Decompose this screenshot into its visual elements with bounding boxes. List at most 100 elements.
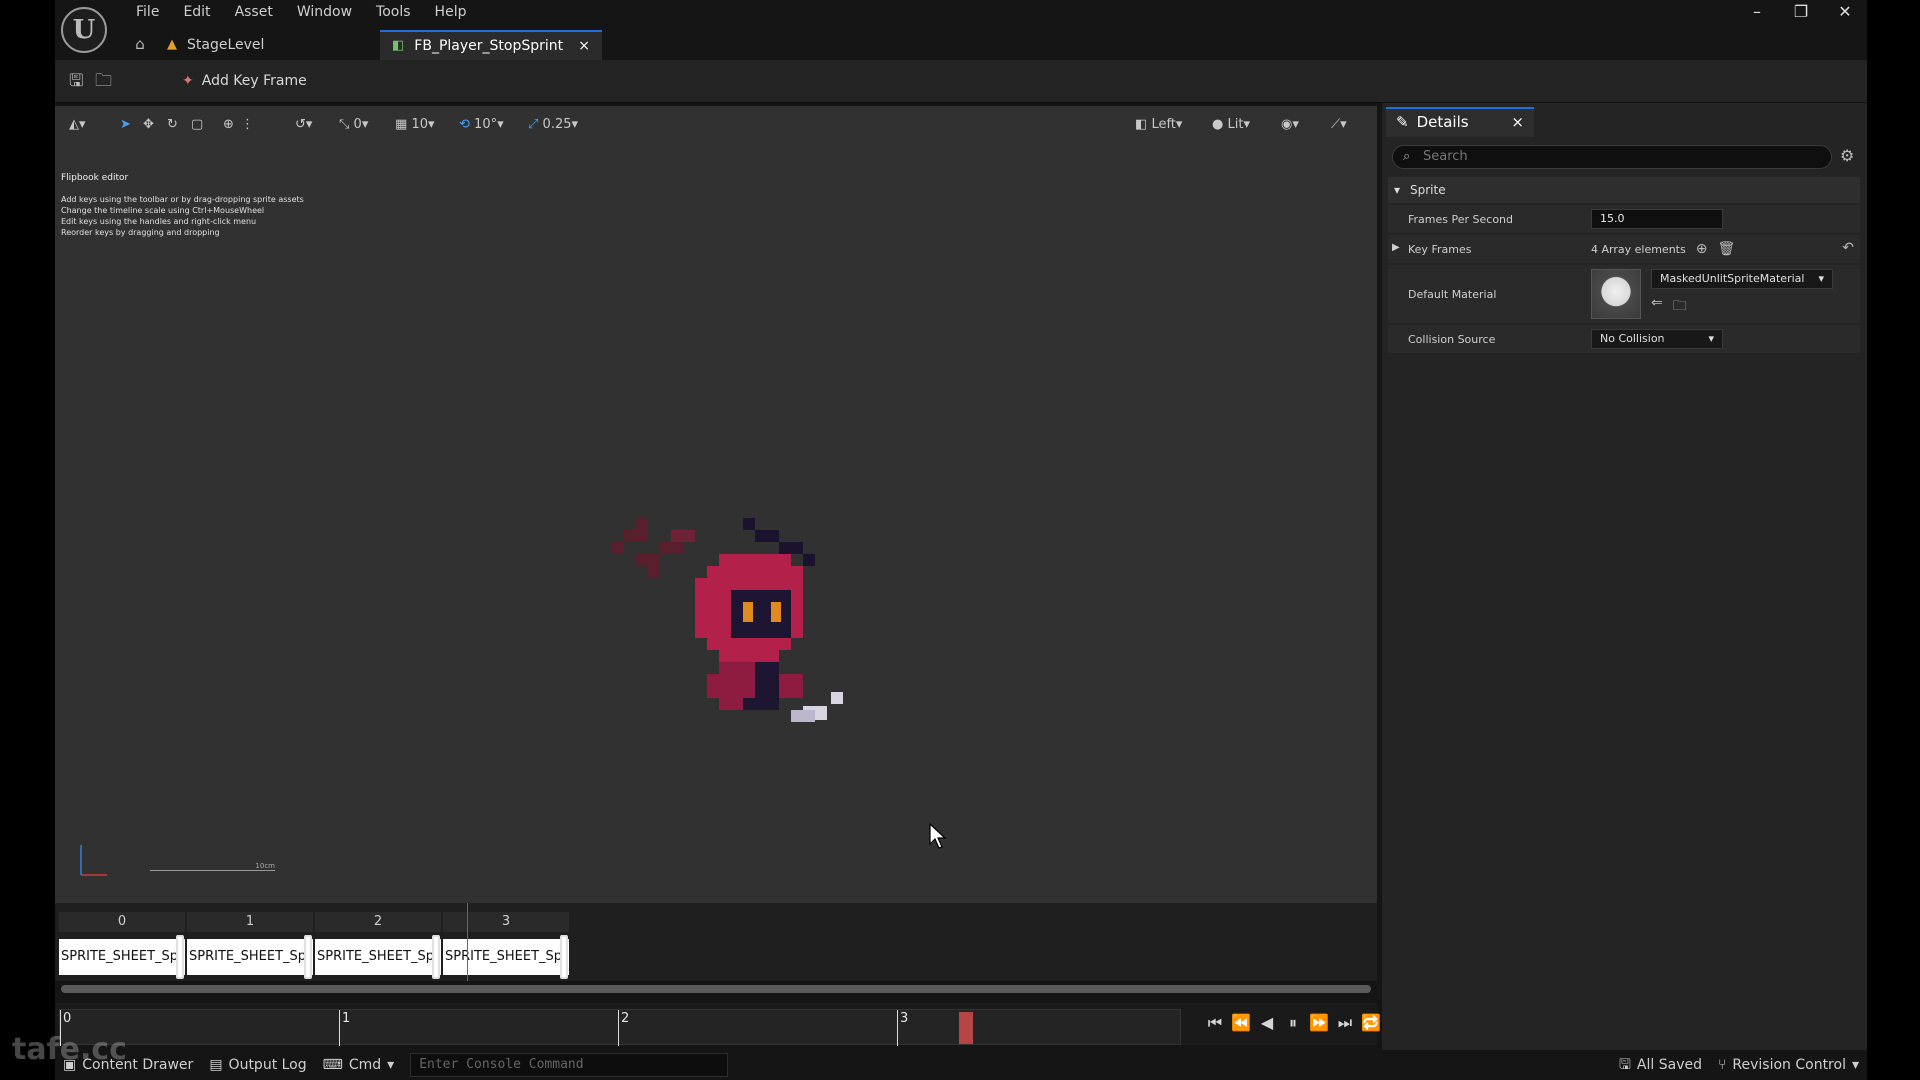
- view-panel-icon: ◧: [1135, 117, 1148, 132]
- lit-sphere-icon: ●: [1212, 117, 1224, 132]
- console-input[interactable]: Enter Console Command: [410, 1053, 729, 1077]
- menu-help[interactable]: Help: [423, 3, 479, 25]
- close-tab-icon[interactable]: ×: [578, 33, 590, 59]
- save-icon[interactable]: 🖫: [69, 68, 83, 94]
- tab-stage-level[interactable]: ▲ StageLevel: [155, 30, 380, 60]
- keyframe-track: 0 1 2 3 SPRITE_SHEET_Sp SPRITE_SHEET_Sp …: [55, 903, 1377, 993]
- ruler-tick-label: 1: [342, 1011, 351, 1026]
- cmd-dropdown[interactable]: ⌨ Cmd ▾: [315, 1050, 403, 1080]
- category-label: Sprite: [1410, 183, 1446, 197]
- dropdown-arrow-icon: ▾: [427, 117, 435, 132]
- timeline-ruler[interactable]: 0 1 2 3: [59, 1009, 1181, 1046]
- select-tool-icon[interactable]: ➤: [120, 114, 131, 136]
- cmd-label: Cmd: [348, 1057, 382, 1073]
- restore-icon[interactable]: ❐: [1779, 0, 1823, 26]
- output-log-label: Output Log: [228, 1057, 307, 1073]
- main-menu: File Edit Asset Window Tools Help: [124, 3, 478, 25]
- viewport-toolbar: ◭▾ ➤ ✥ ↻ ▢ ⊕ ⋮ ↺▾ ⤡ 0▾ ▦ 10▾ ⟲ 10°▾ ⤢ 0.…: [55, 106, 1377, 144]
- tab-flipbook[interactable]: ◧ FB_Player_StopSprint ×: [380, 30, 602, 60]
- minimize-icon[interactable]: –: [1735, 0, 1779, 26]
- search-icon: ⌕: [1403, 149, 1411, 164]
- browse-icon[interactable]: 🗀: [1673, 295, 1687, 319]
- fps-input[interactable]: 15.0: [1591, 209, 1723, 229]
- play-reverse-icon[interactable]: ◀: [1257, 1013, 1277, 1033]
- browse-asset-icon[interactable]: 🗀: [95, 68, 112, 94]
- menu-window[interactable]: Window: [285, 3, 364, 25]
- keyframe-block[interactable]: SPRITE_SHEET_Sp: [315, 939, 441, 975]
- scrub-playhead[interactable]: [959, 1012, 973, 1044]
- category-sprite[interactable]: ▾ Sprite: [1388, 177, 1860, 203]
- output-log-button[interactable]: ▤ Output Log: [201, 1050, 314, 1080]
- add-element-icon[interactable]: ⊕: [1696, 241, 1708, 257]
- close-details-icon[interactable]: ×: [1511, 109, 1524, 137]
- menu-tools[interactable]: Tools: [364, 3, 423, 25]
- search-placeholder: Search: [1423, 149, 1468, 164]
- property-label: Collision Source: [1408, 332, 1496, 346]
- details-search-input[interactable]: ⌕ Search: [1392, 145, 1832, 169]
- loop-icon[interactable]: 🔁: [1361, 1013, 1381, 1033]
- world-local-icon[interactable]: ⊕: [223, 114, 234, 136]
- property-frames-per-second: Frames Per Second 15.0: [1388, 205, 1860, 233]
- step-forward-icon[interactable]: ⏩: [1309, 1013, 1329, 1033]
- keyframe-block[interactable]: SPRITE_SHEET_Sp: [59, 939, 185, 975]
- timeline-scrollbar[interactable]: [61, 985, 1371, 993]
- grid-size-value: 10: [411, 117, 428, 132]
- output-log-icon: ▤: [209, 1057, 223, 1073]
- select-mode-icon[interactable]: ◭▾: [69, 114, 86, 136]
- step-back-icon[interactable]: ⏪: [1231, 1013, 1251, 1033]
- realtime-options-icon[interactable]: ⟋▾: [1331, 114, 1347, 136]
- scale-indicator: 10cm: [150, 862, 275, 872]
- menu-file[interactable]: File: [124, 3, 171, 25]
- transport-controls: ⏮ ⏪ ◀ ⏸ ⏩ ⏭ 🔁: [1205, 1013, 1381, 1033]
- material-picker[interactable]: MaskedUnlitSpriteMaterial ▾: [1651, 269, 1833, 289]
- translate-snap-button[interactable]: ⤡ 0▾: [339, 114, 368, 136]
- use-selected-icon[interactable]: ⇐: [1651, 295, 1663, 319]
- collision-dropdown[interactable]: No Collision ▾: [1591, 329, 1723, 349]
- flipbook-viewport[interactable]: ◭▾ ➤ ✥ ↻ ▢ ⊕ ⋮ ↺▾ ⤡ 0▾ ▦ 10▾ ⟲ 10°▾ ⤢ 0.…: [55, 106, 1377, 903]
- delete-icon[interactable]: 🗑: [1717, 241, 1735, 257]
- help-text: Add keys using the toolbar or by drag-dr…: [61, 194, 304, 238]
- rotation-snap-value: 10°: [474, 117, 498, 132]
- surface-snap-icon[interactable]: ↺▾: [295, 114, 312, 136]
- material-thumbnail[interactable]: [1591, 269, 1641, 319]
- menu-edit[interactable]: Edit: [171, 3, 222, 25]
- home-icon[interactable]: ⌂: [125, 30, 155, 60]
- add-key-frame-button[interactable]: ✦ Add Key Frame: [182, 68, 307, 94]
- keyframe-resize-handle[interactable]: [176, 935, 184, 979]
- keyframe-block[interactable]: SPRITE_SHEET_Sp: [443, 939, 569, 975]
- menu-asset[interactable]: Asset: [223, 3, 285, 25]
- view-mode-button[interactable]: ◧ Left▾: [1135, 114, 1182, 136]
- details-tab[interactable]: ✎ Details ×: [1386, 107, 1534, 137]
- scale-tool-icon[interactable]: ▢: [191, 114, 203, 136]
- property-collision-source: Collision Source No Collision ▾: [1388, 325, 1860, 353]
- gear-icon[interactable]: ⚙: [1840, 146, 1854, 165]
- scrub-bar: 0 1 2 3 ⏮ ⏪ ◀ ⏸ ⏩ ⏭ 🔁: [55, 1003, 1381, 1046]
- all-saved-button[interactable]: 🖫 All Saved: [1611, 1050, 1710, 1080]
- jump-to-end-icon[interactable]: ⏭: [1335, 1013, 1355, 1033]
- dropdown-arrow-icon: ▾: [361, 117, 369, 132]
- save-status-icon: 🖫: [1618, 1057, 1631, 1073]
- details-panel: ✎ Details × ⌕ Search ⚙ ▾ Sprite Frames P…: [1382, 103, 1867, 1050]
- scale-snap-button[interactable]: ⤢ 0.25▾: [528, 114, 578, 136]
- more-options-icon[interactable]: ⋮: [241, 114, 254, 136]
- grid-size-button[interactable]: ▦ 10▾: [395, 114, 435, 136]
- keyframe-index: 0: [59, 912, 185, 932]
- reset-icon[interactable]: ↶: [1842, 240, 1854, 256]
- chevron-right-icon[interactable]: ▶: [1392, 242, 1400, 253]
- close-window-icon[interactable]: ✕: [1823, 0, 1867, 26]
- lighting-mode-button[interactable]: ● Lit▾: [1212, 114, 1250, 136]
- keyframe-resize-handle[interactable]: [560, 935, 568, 979]
- translate-tool-icon[interactable]: ✥: [143, 114, 154, 136]
- unreal-logo-icon[interactable]: U: [61, 7, 107, 53]
- jump-to-start-icon[interactable]: ⏮: [1205, 1013, 1225, 1033]
- show-flags-icon[interactable]: ◉▾: [1281, 114, 1299, 136]
- revision-control-button[interactable]: ⑂ Revision Control ▾: [1710, 1050, 1867, 1080]
- keyframe-resize-handle[interactable]: [432, 935, 440, 979]
- keyframe-block[interactable]: SPRITE_SHEET_Sp: [187, 939, 313, 975]
- unreal-editor-window: U File Edit Asset Window Tools Help ⌂ ▲ …: [55, 0, 1867, 1080]
- revision-control-label: Revision Control: [1732, 1057, 1846, 1073]
- rotate-tool-icon[interactable]: ↻: [167, 114, 178, 136]
- rotation-snap-button[interactable]: ⟲ 10°▾: [459, 114, 504, 136]
- keyframe-resize-handle[interactable]: [304, 935, 312, 979]
- pause-icon[interactable]: ⏸: [1283, 1013, 1303, 1033]
